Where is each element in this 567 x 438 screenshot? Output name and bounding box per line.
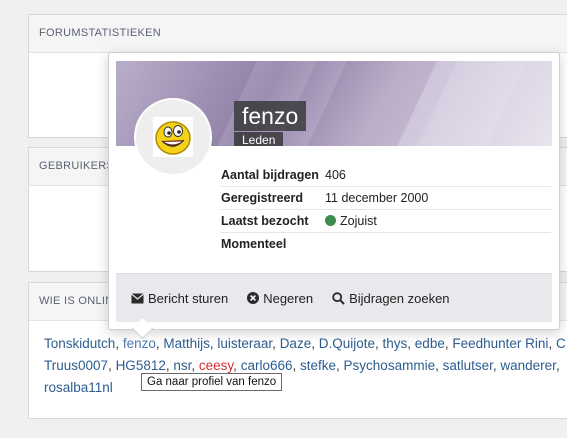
stat-value: 406	[325, 164, 551, 187]
stat-label: Laatst bezocht	[221, 209, 325, 233]
search-icon	[332, 291, 345, 305]
user-link-stefke[interactable]: stefke	[300, 358, 336, 373]
profile-stats-table: Aantal bijdragen 406 Geregistreerd 11 de…	[221, 164, 551, 255]
user-link-c[interactable]: C	[556, 336, 566, 351]
stat-value: Zojuist	[340, 214, 377, 228]
stat-row-current: Momenteel	[221, 233, 551, 256]
stat-label: Aantal bijdragen	[221, 164, 325, 187]
stat-value-cell: Zojuist	[325, 209, 551, 233]
ignore-button[interactable]: Negeren	[247, 291, 313, 306]
online-line-3: rosalba11nl	[44, 377, 567, 399]
user-link-carlo666[interactable]: carlo666	[241, 358, 293, 373]
smiley-avatar-icon	[153, 117, 193, 157]
user-link-truus0007[interactable]: Truus0007	[44, 358, 108, 373]
stat-value	[325, 233, 551, 256]
forum-stats-title: FORUMSTATISTIEKEN	[29, 15, 567, 53]
online-user-list: Tonskidutch, fenzo, Matthijs, luisteraar…	[44, 333, 567, 399]
user-link-fenzo[interactable]: fenzo	[123, 336, 156, 351]
user-link-psychosammie[interactable]: Psychosammie	[344, 358, 436, 373]
user-link-rosalba11nl[interactable]: rosalba11nl	[44, 380, 113, 395]
profile-actions-bar: Bericht sturen Negeren Bijdragen zoeken	[116, 273, 552, 322]
user-link-edbe[interactable]: edbe	[415, 336, 445, 351]
stat-label: Geregistreerd	[221, 186, 325, 210]
stat-row-registered: Geregistreerd 11 december 2000	[221, 186, 551, 210]
online-line-1: Tonskidutch, fenzo, Matthijs, luisteraar…	[44, 336, 566, 351]
link-title-tooltip: Ga naar profiel van fenzo	[141, 373, 283, 391]
close-circle-icon	[247, 292, 260, 304]
profile-username[interactable]: fenzo	[234, 101, 307, 131]
stat-row-posts: Aantal bijdragen 406	[221, 164, 551, 187]
user-link-feedhunter-rini[interactable]: Feedhunter Rini	[452, 336, 548, 351]
user-link-ceesy[interactable]: ceesy	[199, 358, 233, 373]
user-link-luisteraar[interactable]: luisteraar	[217, 336, 272, 351]
stat-label: Momenteel	[221, 237, 287, 251]
user-link-satlutser[interactable]: satlutser	[443, 358, 493, 373]
online-line-2: Truus0007, HG5812, nsr, ceesy, carlo666,…	[44, 358, 560, 373]
user-link-nsr[interactable]: nsr	[173, 358, 191, 373]
send-message-button[interactable]: Bericht sturen	[131, 291, 228, 306]
online-status-icon	[325, 215, 336, 226]
user-link-tonskidutch[interactable]: Tonskidutch	[44, 336, 115, 351]
search-posts-label: Bijdragen zoeken	[349, 290, 450, 306]
user-link-dquijote[interactable]: D.Quijote	[319, 336, 375, 351]
send-message-label: Bericht sturen	[148, 290, 229, 306]
ignore-label: Negeren	[263, 290, 314, 306]
user-link-matthijs[interactable]: Matthijs	[163, 336, 210, 351]
search-posts-button[interactable]: Bijdragen zoeken	[332, 290, 450, 306]
user-link-daze[interactable]: Daze	[280, 336, 312, 351]
avatar[interactable]	[134, 98, 212, 176]
envelope-icon	[131, 293, 144, 303]
user-link-thys[interactable]: thys	[383, 336, 408, 351]
member-tooltip-card: fenzo Leden Aantal bijdragen 406 Geregis…	[108, 52, 560, 330]
profile-role-badge: Leden	[234, 132, 284, 146]
stat-row-last-visit: Laatst bezocht Zojuist	[221, 209, 551, 233]
user-link-wanderer[interactable]: wanderer	[500, 358, 556, 373]
stat-value: 11 december 2000	[325, 186, 551, 210]
user-link-hg5812[interactable]: HG5812	[116, 358, 166, 373]
